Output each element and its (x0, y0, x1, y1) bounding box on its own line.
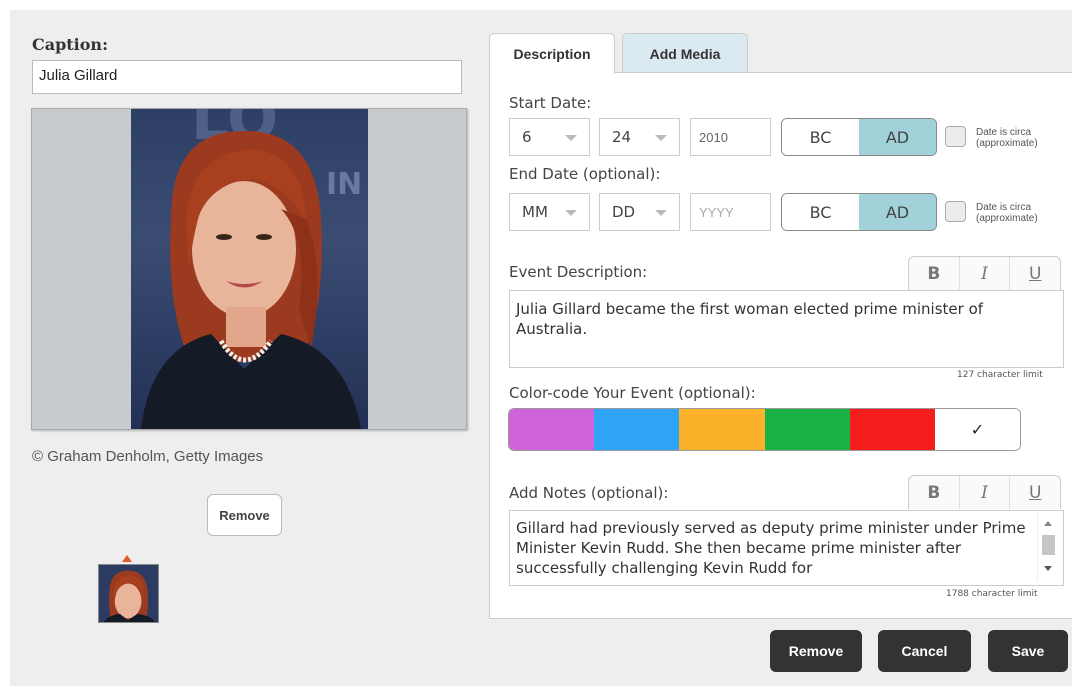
start-circa-checkbox[interactable] (945, 126, 966, 147)
end-circa-label: Date is circa (approximate) (976, 202, 1038, 224)
italic-button[interactable]: I (958, 257, 1010, 290)
italic-button[interactable]: I (958, 476, 1010, 509)
scroll-up-icon[interactable] (1044, 521, 1052, 526)
caption-input[interactable]: Julia Gillard (32, 60, 462, 94)
checkmark-icon: ✓ (970, 420, 985, 439)
color-swatch-purple[interactable] (509, 409, 595, 450)
end-month-select[interactable]: MM (509, 193, 590, 231)
end-day-placeholder: DD (612, 203, 636, 221)
color-swatch-green[interactable] (764, 409, 850, 450)
end-circa-line2: (approximate) (976, 213, 1038, 224)
image-credit: © Graham Denholm, Getty Images (32, 448, 264, 465)
end-circa-checkbox[interactable] (945, 201, 966, 222)
end-era-toggle[interactable]: BC AD (781, 193, 937, 231)
svg-text:IN: IN (326, 167, 362, 202)
start-month-value: 6 (522, 128, 532, 146)
end-day-select[interactable]: DD (599, 193, 680, 231)
start-year-input[interactable]: 2010 (690, 118, 771, 156)
event-description-label: Event Description: (509, 263, 648, 281)
color-swatch-orange[interactable] (679, 409, 765, 450)
portrait-photo: LO IN (131, 109, 368, 429)
color-code-label: Color-code Your Event (optional): (509, 384, 756, 402)
end-month-placeholder: MM (522, 203, 548, 221)
bold-button[interactable]: B (909, 257, 959, 290)
notes-char-limit: 1788 character limit (946, 589, 1038, 599)
chevron-down-icon (565, 135, 577, 141)
tab-add-media[interactable]: Add Media (622, 33, 748, 73)
scroll-down-icon[interactable] (1044, 566, 1052, 571)
start-circa-line2: (approximate) (976, 138, 1038, 149)
color-swatch-blue[interactable] (594, 409, 680, 450)
color-swatch-group: ✓ (508, 408, 1021, 451)
chevron-down-icon (565, 210, 577, 216)
color-swatch-none[interactable]: ✓ (934, 409, 1020, 450)
cancel-button[interactable]: Cancel (878, 630, 971, 672)
chevron-down-icon (655, 135, 667, 141)
media-preview: LO IN (31, 108, 467, 430)
event-description-textarea[interactable]: Julia Gillard became the first woman ele… (509, 290, 1064, 368)
end-era-ad-button[interactable]: AD (859, 194, 936, 230)
start-month-select[interactable]: 6 (509, 118, 590, 156)
start-era-ad-button[interactable]: AD (859, 119, 936, 155)
start-era-bc-button[interactable]: BC (782, 119, 859, 155)
start-circa-line1: Date is circa (976, 127, 1032, 138)
start-era-toggle[interactable]: BC AD (781, 118, 937, 156)
underline-button[interactable]: U (1009, 257, 1060, 290)
end-circa-line1: Date is circa (976, 202, 1032, 213)
bold-button[interactable]: B (909, 476, 959, 509)
scroll-thumb[interactable] (1042, 535, 1055, 555)
notes-textarea[interactable]: Gillard had previously served as deputy … (509, 510, 1064, 586)
remove-image-button[interactable]: Remove (207, 494, 282, 536)
chevron-down-icon (655, 210, 667, 216)
end-date-label: End Date (optional): (509, 165, 661, 183)
start-day-select[interactable]: 24 (599, 118, 680, 156)
selected-thumb-indicator-icon (122, 555, 132, 562)
color-swatch-red[interactable] (849, 409, 935, 450)
remove-event-button[interactable]: Remove (770, 630, 862, 672)
notes-format-toolbar: B I U (908, 475, 1061, 509)
notes-label: Add Notes (optional): (509, 484, 669, 502)
caption-label: Caption: (32, 35, 108, 54)
media-thumbnail[interactable] (98, 564, 159, 623)
description-format-toolbar: B I U (908, 256, 1061, 290)
end-year-input[interactable]: YYYY (690, 193, 771, 231)
start-day-value: 24 (612, 128, 632, 146)
description-char-limit: 127 character limit (957, 370, 1043, 380)
underline-button[interactable]: U (1009, 476, 1060, 509)
end-era-bc-button[interactable]: BC (782, 194, 859, 230)
notes-scrollbar[interactable] (1037, 513, 1059, 581)
tab-description[interactable]: Description (489, 33, 615, 74)
save-button[interactable]: Save (988, 630, 1068, 672)
start-circa-label: Date is circa (approximate) (976, 127, 1038, 149)
start-date-label: Start Date: (509, 94, 592, 112)
